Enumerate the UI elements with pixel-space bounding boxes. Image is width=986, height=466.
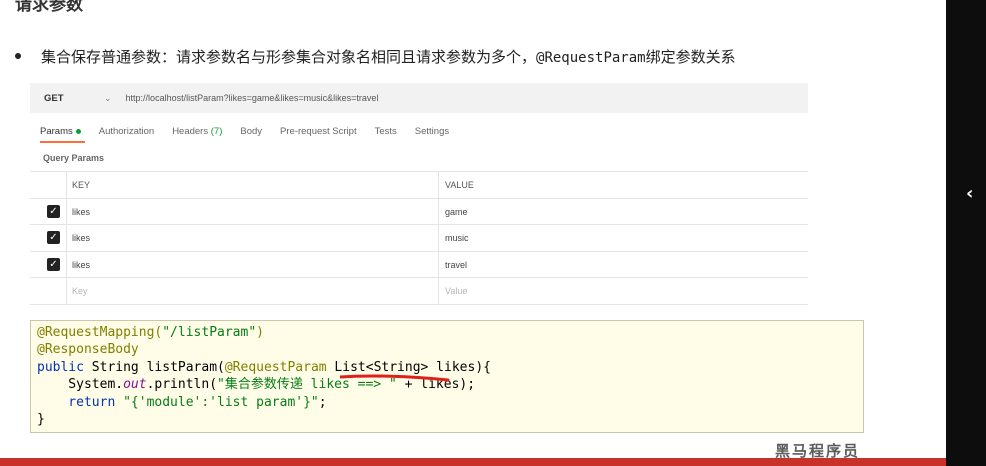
tab-params[interactable]: Params (40, 126, 81, 137)
active-tab-indicator (40, 141, 85, 143)
tab-tests[interactable]: Tests (375, 126, 397, 137)
bullet-dot (15, 52, 21, 59)
postman-request-panel: GET ⌄ http://localhost/listParam?likes=g… (30, 78, 808, 305)
section-heading: 请求参数 (15, 0, 83, 15)
chevron-down-icon[interactable]: ⌄ (104, 93, 112, 104)
param-key[interactable]: likes (72, 260, 90, 270)
value-placeholder[interactable]: Value (445, 286, 467, 296)
right-side-panel (946, 0, 986, 466)
chevron-left-icon[interactable]: ‹ (966, 183, 973, 204)
param-key[interactable]: likes (72, 233, 90, 243)
tab-authorization[interactable]: Authorization (99, 126, 154, 137)
key-column-header: KEY (72, 180, 91, 190)
param-value[interactable]: game (445, 207, 468, 217)
param-value[interactable]: music (445, 233, 469, 243)
param-key[interactable]: likes (72, 207, 90, 217)
tab-body[interactable]: Body (240, 126, 262, 137)
bullet-description: 集合保存普通参数：请求参数名与形参集合对象名相同且请求参数为多个，@Reques… (15, 46, 736, 67)
query-params-table: KEY VALUE ✓ likes game ✓ likes music ✓ l… (30, 171, 808, 305)
checkbox-checked[interactable]: ✓ (47, 204, 60, 218)
checkbox-checked[interactable]: ✓ (47, 231, 60, 244)
param-value[interactable]: travel (445, 260, 467, 270)
watermark: 黑马程序员 (775, 442, 861, 460)
table-header-row: KEY VALUE (30, 172, 808, 199)
table-row: ✓ likes travel (30, 251, 808, 278)
code-line: public String listParam(@RequestParam Li… (37, 359, 491, 375)
active-dot-icon (75, 128, 81, 134)
tab-settings[interactable]: Settings (415, 126, 449, 137)
bullet-code: @RequestParam (536, 50, 646, 66)
url-bar[interactable]: GET ⌄ http://localhost/listParam?likes=g… (30, 83, 808, 113)
checkbox-checked[interactable]: ✓ (47, 257, 60, 271)
code-line: return "{'module':'list param'}"; (37, 394, 327, 410)
query-params-title: Query Params (43, 153, 105, 163)
tab-pre-request-script[interactable]: Pre-request Script (280, 126, 357, 137)
table-row: ✓ likes game (30, 198, 808, 225)
bullet-tail: 绑定参数关系 (645, 48, 736, 66)
code-line: @RequestMapping("/listParam") (37, 325, 264, 340)
method-select[interactable]: GET (44, 93, 104, 104)
code-line: System.out.println("集合参数传递 likes ==> " +… (37, 377, 476, 393)
code-line: @ResponseBody (37, 342, 139, 358)
url-input[interactable]: http://localhost/listParam?likes=game&li… (126, 93, 379, 103)
bullet-text: 集合保存普通参数：请求参数名与形参集合对象名相同且请求参数为多个， (41, 48, 537, 66)
key-placeholder[interactable]: Key (72, 286, 88, 296)
table-row: ✓ likes music (30, 225, 808, 252)
request-tabs: Params Authorization Headers (7) Body Pr… (40, 126, 467, 137)
value-column-header: VALUE (445, 180, 474, 190)
code-line: } (37, 411, 45, 427)
tab-headers[interactable]: Headers (7) (172, 126, 222, 137)
red-underline-annotation (340, 374, 450, 382)
table-row-placeholder: Key Value (30, 278, 808, 305)
